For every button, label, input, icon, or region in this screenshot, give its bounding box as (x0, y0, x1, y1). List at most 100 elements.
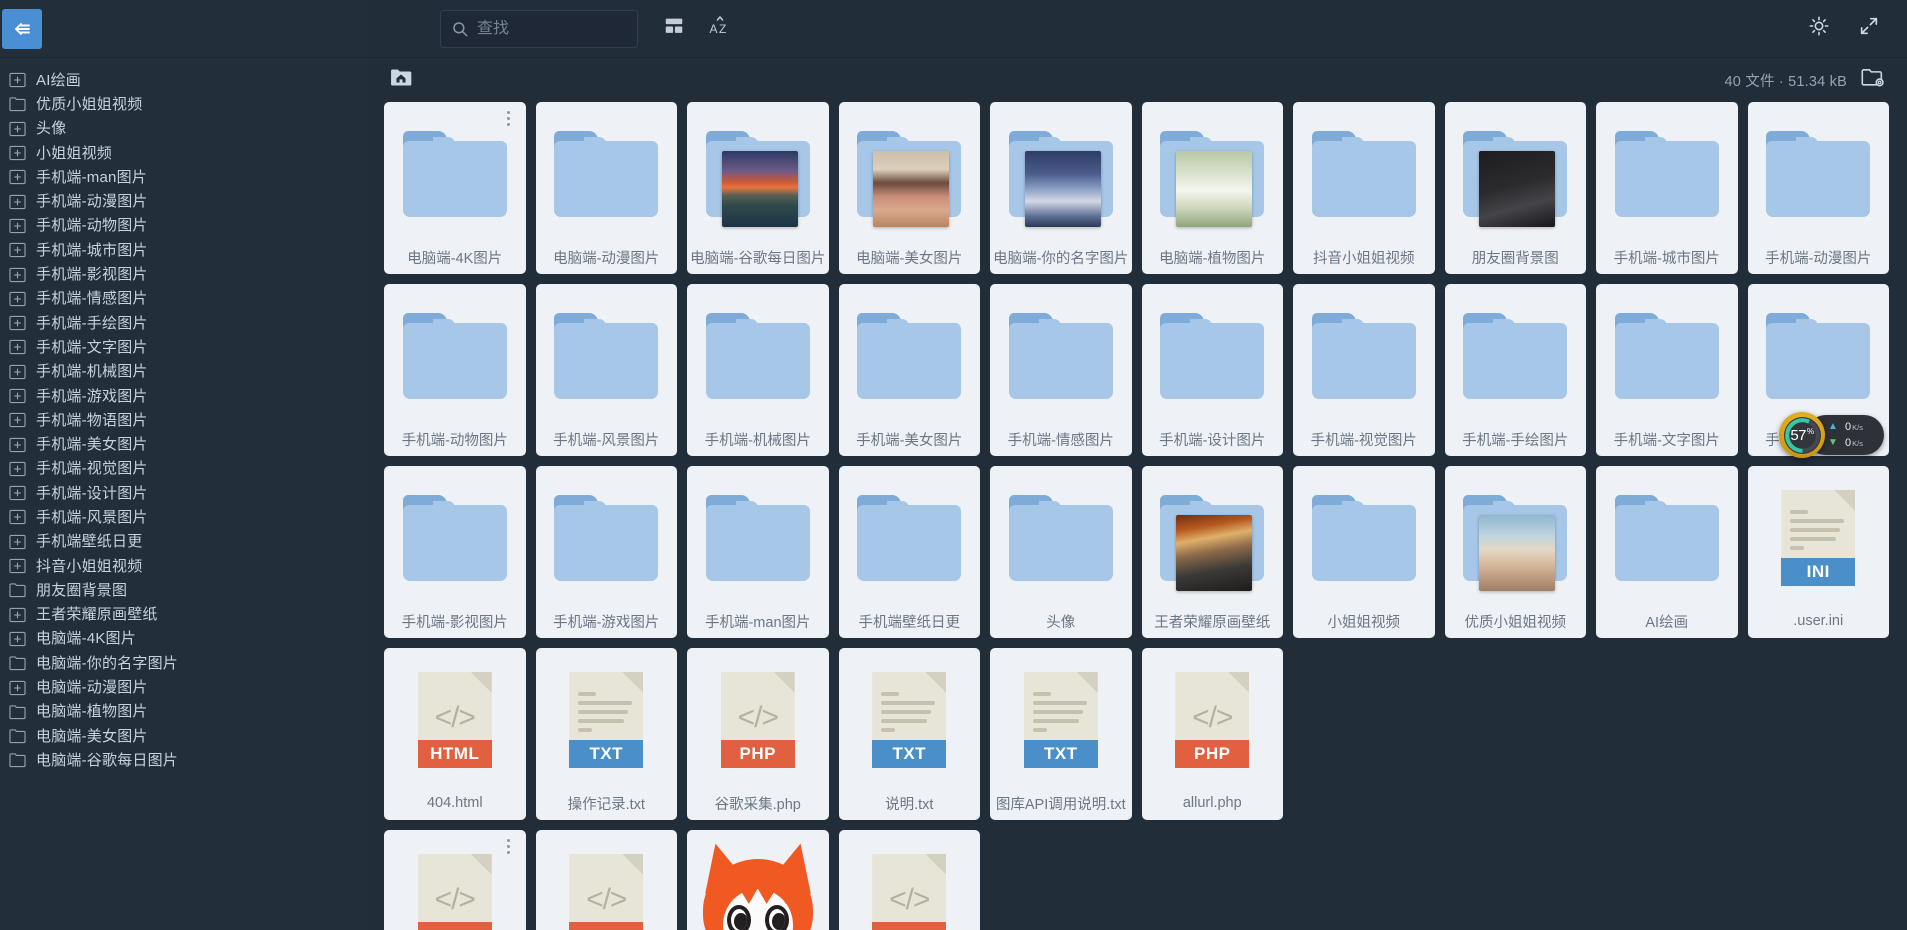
file-tile[interactable]: 电脑端-4K图片 (384, 102, 526, 274)
sidebar-item[interactable]: 手机端-美女图片 (0, 432, 366, 456)
folder-plus-icon[interactable] (8, 71, 27, 90)
folder-plus-icon[interactable] (8, 532, 27, 551)
cpu-usage-gauge[interactable]: 57% (1779, 412, 1825, 458)
file-tile[interactable] (687, 830, 829, 930)
file-grid-scroll-area[interactable]: 电脑端-4K图片 电脑端-动漫图片 电脑端-谷歌每日图片 电脑端-美女图片 电脑端-你的… (366, 102, 1907, 930)
folder-plus-icon[interactable] (8, 338, 27, 357)
file-tile[interactable]: 手机端-手绘图片 (1444, 284, 1586, 456)
folder-settings-button[interactable] (1861, 67, 1885, 93)
sidebar-item[interactable]: 优质小姐姐视频 (0, 92, 366, 116)
sidebar-item[interactable]: 手机端-文字图片 (0, 335, 366, 359)
file-tile[interactable]: 手机端-游戏图片 (535, 466, 677, 638)
folder-icon[interactable] (8, 654, 27, 673)
file-tile[interactable]: 手机端-城市图片 (1596, 102, 1738, 274)
sidebar-item[interactable]: 王者荣耀原画壁纸 (0, 603, 366, 627)
folder-plus-icon[interactable] (8, 605, 27, 624)
file-tile[interactable]: </> (838, 830, 980, 930)
network-speed-widget[interactable]: ▲ 0 K/s ▼ 0 K/s 57% (1779, 412, 1884, 458)
sidebar-item[interactable]: 电脑端-你的名字图片 (0, 651, 366, 675)
file-tile[interactable]: </> PHP allurl.php (1141, 648, 1283, 820)
folder-plus-icon[interactable] (8, 484, 27, 503)
file-tile[interactable]: 电脑端-美女图片 (838, 102, 980, 274)
folder-plus-icon[interactable] (8, 362, 27, 381)
search-input[interactable] (477, 19, 627, 38)
file-tile[interactable]: 优质小姐姐视频 (1444, 466, 1586, 638)
sidebar-item[interactable]: 抖音小姐姐视频 (0, 554, 366, 578)
folder-plus-icon[interactable] (8, 435, 27, 454)
file-tile[interactable]: 头像 (990, 466, 1132, 638)
file-tile[interactable]: AI绘画 (1596, 466, 1738, 638)
sidebar-item[interactable]: 朋友圈背景图 (0, 578, 366, 602)
file-tile[interactable]: 手机端-机械图片 (687, 284, 829, 456)
folder-icon[interactable] (8, 727, 27, 746)
sidebar-item[interactable]: 手机端-动漫图片 (0, 189, 366, 213)
sidebar-item[interactable]: 手机端-man图片 (0, 165, 366, 189)
file-tile[interactable]: </> (535, 830, 677, 930)
folder-plus-icon[interactable] (8, 144, 27, 163)
folder-plus-icon[interactable] (8, 216, 27, 235)
file-tile[interactable]: 电脑端-动漫图片 (535, 102, 677, 274)
file-tile[interactable]: 手机端-设计图片 (1141, 284, 1283, 456)
folder-plus-icon[interactable] (8, 629, 27, 648)
sidebar-item[interactable]: 电脑端-动漫图片 (0, 675, 366, 699)
file-tile[interactable]: 电脑端-植物图片 (1141, 102, 1283, 274)
file-tile[interactable]: 电脑端-你的名字图片 (990, 102, 1132, 274)
file-tile[interactable]: TXT 说明.txt (838, 648, 980, 820)
sidebar-item[interactable]: 手机端壁纸日更 (0, 530, 366, 554)
file-tile[interactable]: TXT 操作记录.txt (535, 648, 677, 820)
file-tile[interactable]: TXT 图库API调用说明.txt (990, 648, 1132, 820)
folder-plus-icon[interactable] (8, 411, 27, 430)
file-tile[interactable]: </> PHP 谷歌采集.php (687, 648, 829, 820)
file-tile[interactable]: 手机端-风景图片 (535, 284, 677, 456)
theme-toggle-button[interactable] (1797, 7, 1841, 51)
file-tile[interactable]: 手机端-文字图片 (1596, 284, 1738, 456)
sidebar-item[interactable]: AI绘画 (0, 68, 366, 92)
folder-plus-icon[interactable] (8, 265, 27, 284)
folder-icon[interactable] (8, 702, 27, 721)
sidebar-item[interactable]: 手机端-视觉图片 (0, 457, 366, 481)
sidebar-item[interactable]: 电脑端-美女图片 (0, 724, 366, 748)
file-tile[interactable]: INI .user.ini (1747, 466, 1889, 638)
folder-plus-icon[interactable] (8, 314, 27, 333)
folder-plus-icon[interactable] (8, 289, 27, 308)
folder-plus-icon[interactable] (8, 119, 27, 138)
file-tile[interactable]: 手机端壁纸日更 (838, 466, 980, 638)
file-tile[interactable]: 朋友圈背景图 (1444, 102, 1586, 274)
sidebar-item[interactable]: 手机端-动物图片 (0, 214, 366, 238)
sidebar-item[interactable]: 手机端-情感图片 (0, 287, 366, 311)
folder-plus-icon[interactable] (8, 241, 27, 260)
file-tile[interactable]: 手机端-视觉图片 (1293, 284, 1435, 456)
sidebar-item[interactable]: 电脑端-谷歌每日图片 (0, 748, 366, 772)
sidebar-item[interactable]: 手机端-城市图片 (0, 238, 366, 262)
file-tile[interactable]: 王者荣耀原画壁纸 (1141, 466, 1283, 638)
view-toggle-button[interactable] (652, 7, 696, 51)
collapse-sidebar-button[interactable] (2, 8, 42, 49)
folder-plus-icon[interactable] (8, 192, 27, 211)
file-tile[interactable]: 手机端-动漫图片 (1747, 102, 1889, 274)
file-tile[interactable]: 手机端-美女图片 (838, 284, 980, 456)
file-tile[interactable]: 手机端-影视图片 (384, 466, 526, 638)
search-box[interactable] (440, 9, 638, 48)
sidebar-item[interactable]: 手机端-设计图片 (0, 481, 366, 505)
sidebar-item[interactable]: 小姐姐视频 (0, 141, 366, 165)
file-tile[interactable]: 电脑端-谷歌每日图片 (687, 102, 829, 274)
folder-plus-icon[interactable] (8, 557, 27, 576)
file-tile[interactable]: 手机端-动物图片 (384, 284, 526, 456)
folder-plus-icon[interactable] (8, 678, 27, 697)
sidebar-item[interactable]: 电脑端-4K图片 (0, 627, 366, 651)
file-tile[interactable]: 手机端-man图片 (687, 466, 829, 638)
breadcrumb-home-button[interactable] (390, 69, 412, 90)
file-tile[interactable]: 小姐姐视频 (1293, 466, 1435, 638)
folder-plus-icon[interactable] (8, 459, 27, 478)
folder-plus-icon[interactable] (8, 508, 27, 527)
sidebar-item[interactable]: 手机端-手绘图片 (0, 311, 366, 335)
sidebar-item[interactable]: 头像 (0, 117, 366, 141)
folder-icon[interactable] (8, 581, 27, 600)
sidebar-item[interactable]: 手机端-影视图片 (0, 262, 366, 286)
sidebar-item[interactable]: 手机端-机械图片 (0, 360, 366, 384)
sort-button[interactable]: A Z (698, 7, 742, 51)
sidebar-item[interactable]: 手机端-风景图片 (0, 505, 366, 529)
folder-icon[interactable] (8, 95, 27, 114)
file-tile[interactable]: 手机端-情感图片 (990, 284, 1132, 456)
fullscreen-button[interactable] (1847, 7, 1891, 51)
